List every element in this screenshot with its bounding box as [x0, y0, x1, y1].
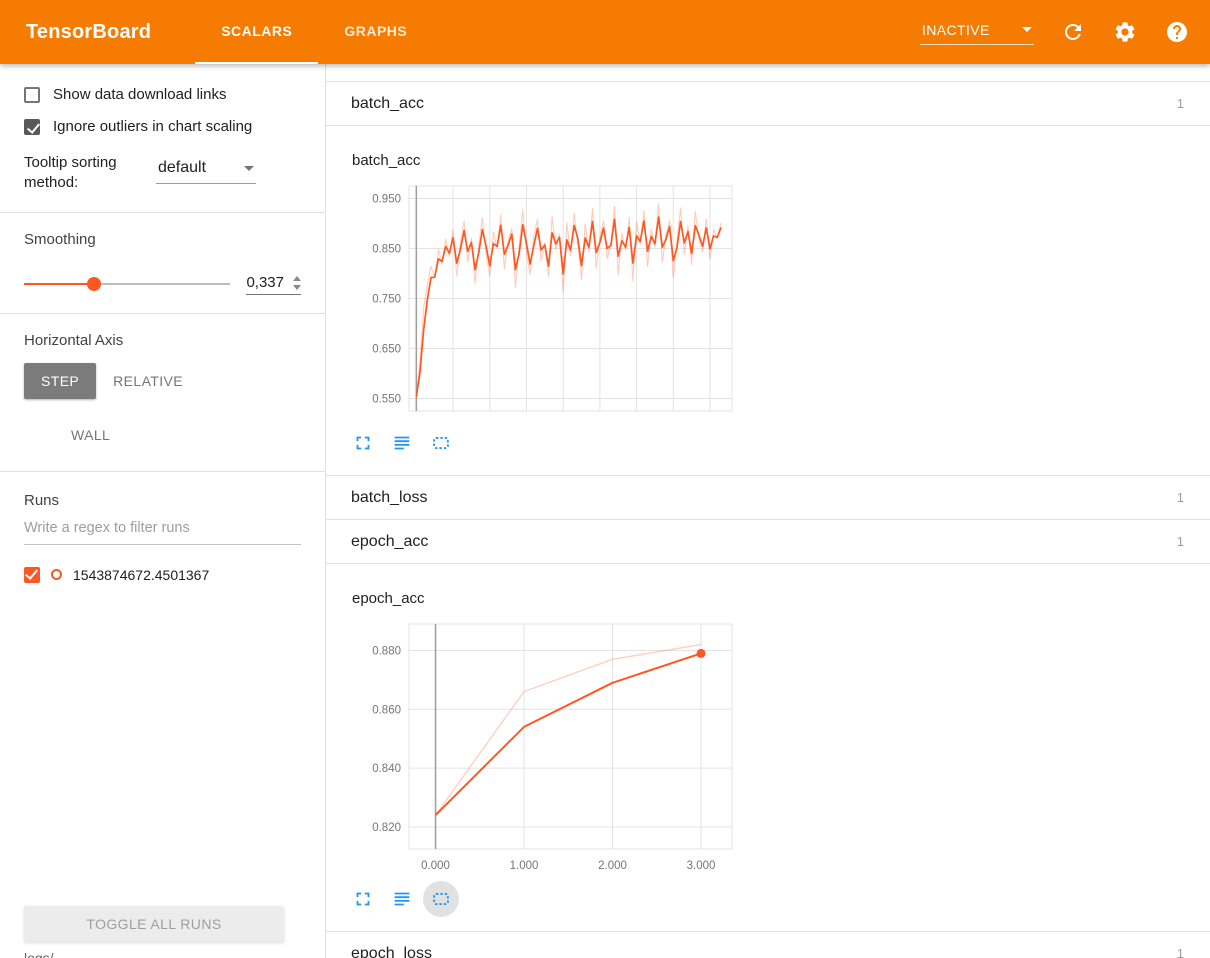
card-title: batch_acc — [351, 95, 424, 113]
tooltip-sorting-label: Tooltip sorting method: — [24, 153, 140, 194]
svg-text:0.850: 0.850 — [372, 244, 401, 256]
fullscreen-icon[interactable] — [345, 425, 381, 461]
header-tabs: SCALARSGRAPHS — [195, 0, 433, 64]
card-count-badge: 1 — [1177, 946, 1184, 958]
epoch_acc-plot[interactable]: 0.000 1.000 2.000 3.000 0.820 0.840 0.860 0.880 — [351, 614, 744, 879]
logdir-label: logs/ — [24, 950, 54, 958]
checkbox-icon[interactable] — [24, 87, 40, 103]
card-header-epoch_acc[interactable]: epoch_acc 1 — [326, 520, 1210, 564]
tooltip-sorting-value: default — [158, 159, 206, 177]
smoothing-value-input[interactable]: 0,337 — [246, 274, 301, 295]
svg-text:0.860: 0.860 — [372, 704, 401, 716]
card-header-epoch_loss[interactable]: epoch_loss 1 — [326, 932, 1210, 958]
run-name: 1543874672.4501367 — [73, 567, 209, 583]
card-header-batch_acc[interactable]: batch_acc 1 — [326, 82, 1210, 126]
smoothing-row: 0,337 — [24, 274, 301, 295]
chevron-down-icon — [1022, 27, 1032, 32]
number-spinner[interactable] — [293, 276, 301, 291]
header-actions: INACTIVE — [920, 0, 1190, 64]
svg-text:0.650: 0.650 — [372, 344, 401, 356]
batch_acc-plot[interactable]: 0.550 0.650 0.750 0.850 0.950 — [351, 176, 744, 423]
checkbox-label: Show data download links — [53, 86, 226, 103]
svg-text:2.000: 2.000 — [598, 860, 627, 872]
spinner-down-icon[interactable] — [293, 285, 301, 290]
card-title: batch_loss — [351, 489, 428, 507]
axis-button-step[interactable]: STEP — [24, 363, 96, 399]
chart-panel-epoch_acc: epoch_acc0.0001.0002.0003.0000.8200.8400… — [326, 564, 1210, 932]
fit-domain-icon[interactable] — [423, 425, 459, 461]
log-scale-icon[interactable] — [384, 425, 420, 461]
toggle-all-runs-button[interactable]: TOGGLE ALL RUNS — [24, 906, 284, 942]
svg-text:0.000: 0.000 — [421, 860, 450, 872]
checkbox-label: Ignore outliers in chart scaling — [53, 118, 252, 135]
tab-graphs[interactable]: GRAPHS — [318, 0, 433, 64]
spinner-up-icon[interactable] — [293, 276, 301, 281]
divider — [0, 313, 325, 314]
card-title: epoch_acc — [351, 533, 428, 551]
smoothing-slider-knob[interactable] — [87, 277, 101, 291]
settings-icon[interactable] — [1112, 19, 1138, 45]
dashboard: batch_acc1batch_acc0.5500.6500.7500.8500… — [326, 64, 1210, 958]
axis-button-relative[interactable]: RELATIVE — [96, 363, 200, 399]
runs-filter-input[interactable] — [24, 511, 301, 545]
smoothing-label: Smoothing — [24, 231, 301, 248]
checkbox-row-1[interactable]: Ignore outliers in chart scaling — [24, 118, 301, 135]
run-color-swatch — [51, 569, 62, 580]
smoothing-slider[interactable] — [24, 283, 230, 285]
fullscreen-icon[interactable] — [345, 881, 381, 917]
svg-text:0.820: 0.820 — [372, 822, 401, 834]
horizontal-axis-label: Horizontal Axis — [24, 332, 301, 349]
sidebar-checkboxes: Show data download links Ignore outliers … — [24, 86, 301, 135]
axis-button-wall[interactable]: WALL — [54, 417, 127, 453]
card-count-badge: 1 — [1177, 96, 1184, 111]
svg-text:0.550: 0.550 — [372, 394, 401, 406]
smoothing-slider-fill — [24, 283, 94, 285]
fit-domain-icon[interactable] — [423, 881, 459, 917]
smoothing-value: 0,337 — [246, 274, 284, 291]
card-list: batch_acc1batch_acc0.5500.6500.7500.8500… — [326, 81, 1210, 958]
tooltip-sorting-select[interactable]: default — [156, 157, 256, 184]
chevron-down-icon — [244, 166, 254, 171]
refresh-icon[interactable] — [1060, 19, 1086, 45]
run-row[interactable]: 1543874672.4501367 — [24, 567, 301, 583]
log-scale-icon[interactable] — [384, 881, 420, 917]
tooltip-sorting-row: Tooltip sorting method: default — [24, 153, 301, 194]
card-count-badge: 1 — [1177, 490, 1184, 505]
card-count-badge: 1 — [1177, 534, 1184, 549]
card-title: epoch_loss — [351, 945, 432, 958]
checkbox-checked-icon[interactable] — [24, 119, 40, 135]
svg-text:0.750: 0.750 — [372, 294, 401, 306]
sidebar: Show data download links Ignore outliers … — [0, 64, 326, 958]
chart-toolbar — [345, 425, 1186, 461]
chart-title: epoch_acc — [352, 590, 1186, 610]
svg-text:0.950: 0.950 — [372, 194, 401, 206]
card-header-batch_loss[interactable]: batch_loss 1 — [326, 476, 1210, 520]
chart-toolbar — [345, 881, 1186, 917]
chart-panel-batch_acc: batch_acc 0.550 0.650 0.750 0.850 0.950 — [326, 126, 1210, 476]
status-label: INACTIVE — [922, 22, 990, 38]
run-checkbox[interactable] — [24, 567, 40, 583]
checkbox-row-0[interactable]: Show data download links — [24, 86, 301, 103]
svg-text:3.000: 3.000 — [687, 860, 716, 872]
status-dropdown[interactable]: INACTIVE — [920, 20, 1034, 45]
help-icon[interactable] — [1164, 19, 1190, 45]
svg-text:1.000: 1.000 — [510, 860, 539, 872]
divider — [0, 471, 325, 472]
chart-title: batch_acc — [352, 152, 1186, 172]
tab-scalars[interactable]: SCALARS — [195, 0, 318, 64]
content: Show data download links Ignore outliers … — [0, 64, 1210, 958]
divider — [0, 212, 325, 213]
horizontal-axis-buttons: STEPRELATIVE WALL — [24, 363, 301, 453]
svg-text:0.880: 0.880 — [372, 645, 401, 657]
series-end-dot — [697, 649, 706, 658]
app-title: TensorBoard — [26, 0, 151, 64]
svg-text:0.840: 0.840 — [372, 763, 401, 775]
app-header: TensorBoard SCALARSGRAPHS INACTIVE — [0, 0, 1210, 64]
runs-label: Runs — [24, 492, 301, 509]
